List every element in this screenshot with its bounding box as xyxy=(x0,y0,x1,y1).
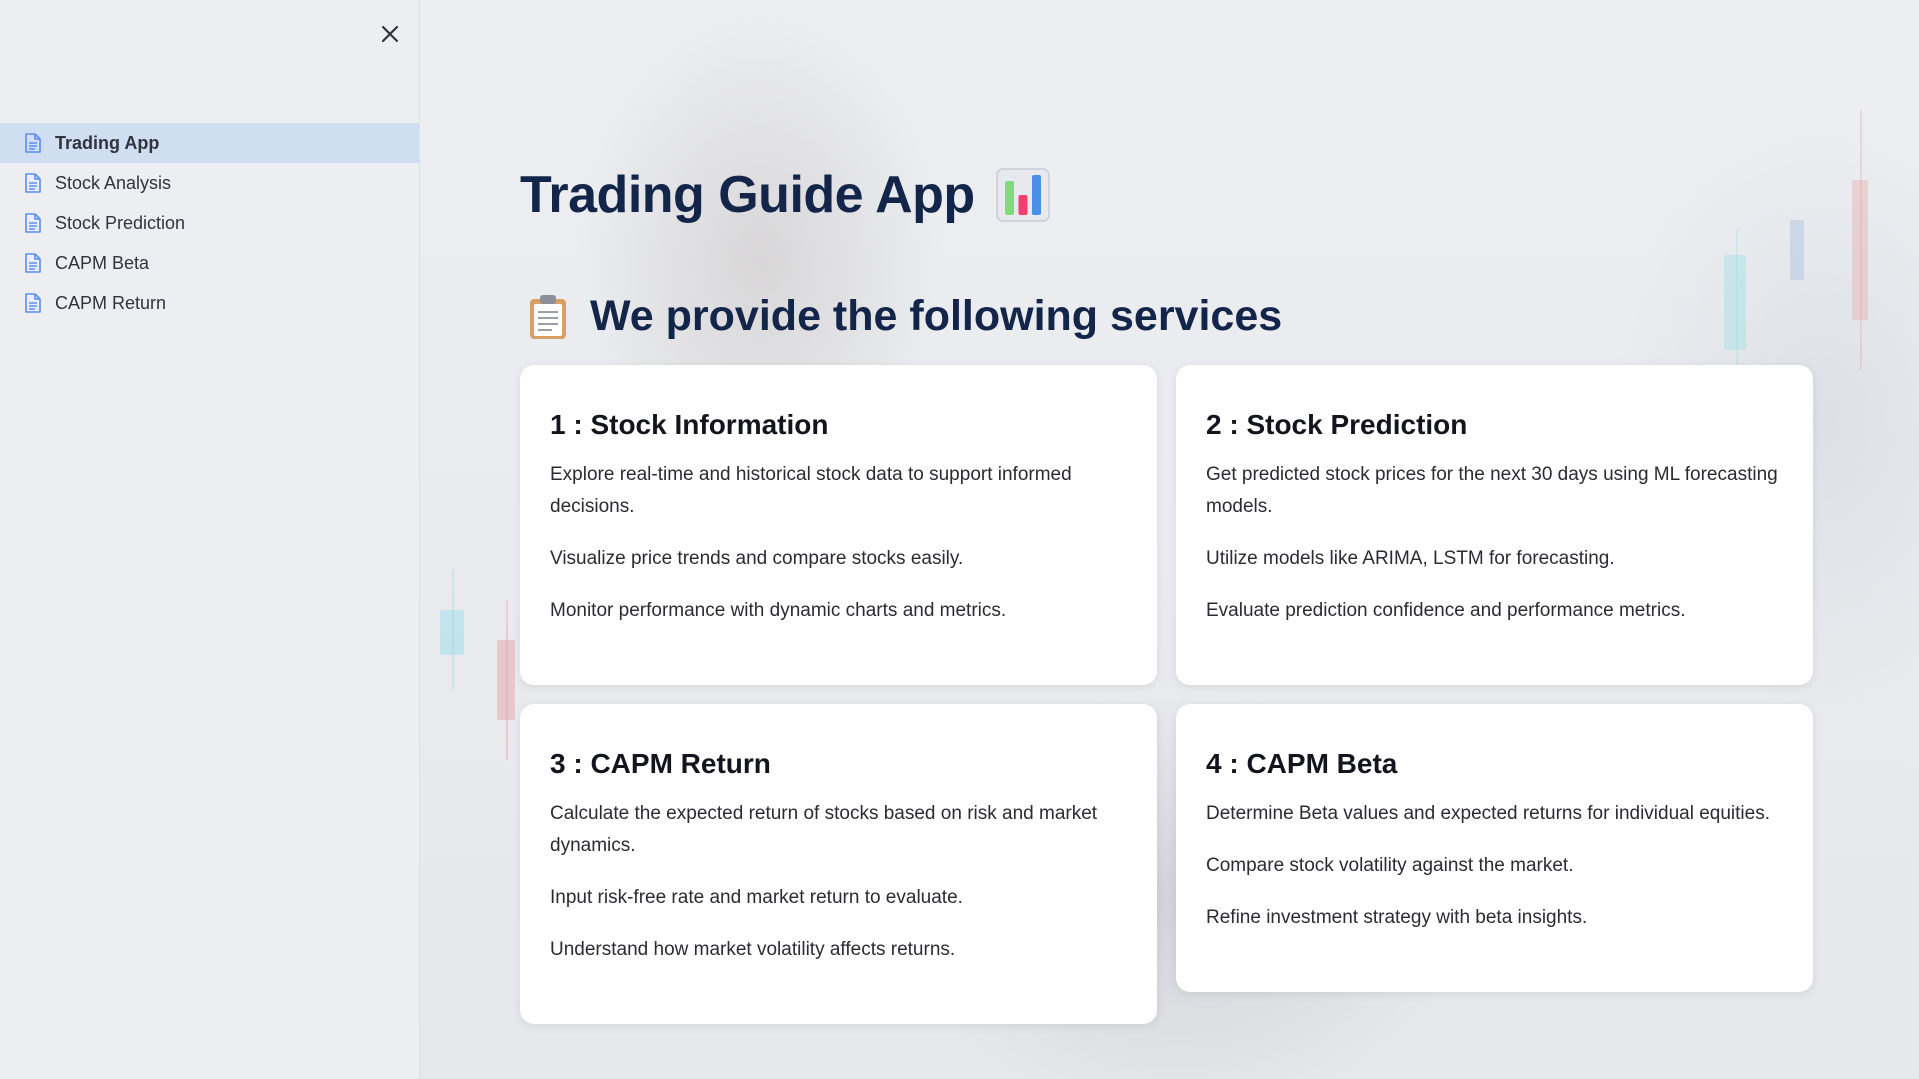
card-line: Visualize price trends and compare stock… xyxy=(550,548,964,569)
sidebar-nav: Trading App Stock Analysis Stock Predict… xyxy=(0,123,419,323)
clipboard-icon xyxy=(530,294,566,339)
card-line: Input risk-free rate and market return t… xyxy=(550,887,963,908)
card-title: 1 : Stock Information xyxy=(550,409,829,440)
card-line: Evaluate prediction confidence and perfo… xyxy=(1206,600,1686,621)
sidebar-item-label: Trading App xyxy=(55,132,160,153)
card-title: 3 : CAPM Return xyxy=(550,748,771,779)
service-card-stock-information: 1 : Stock Information Explore real-time … xyxy=(520,365,1157,685)
card-title: 2 : Stock Prediction xyxy=(1206,409,1468,440)
card-line: Compare stock volatility against the mar… xyxy=(1206,855,1574,876)
page-title: Trading Guide App xyxy=(520,165,1051,225)
sidebar: Trading App Stock Analysis Stock Predict… xyxy=(0,0,420,1079)
card-line: Refine investment strategy with beta ins… xyxy=(1206,907,1588,928)
card-line: Get predicted stock prices for the next … xyxy=(1206,464,1778,517)
page-icon xyxy=(25,253,41,273)
service-card-capm-return: 3 : CAPM Return Calculate the expected r… xyxy=(520,704,1157,1024)
sidebar-item-trading-app[interactable]: Trading App xyxy=(0,123,419,163)
sidebar-item-stock-analysis[interactable]: Stock Analysis xyxy=(0,163,419,203)
services-heading: We provide the following services xyxy=(528,292,1282,341)
services-heading-text: We provide the following services xyxy=(590,292,1283,340)
card-line: Monitor performance with dynamic charts … xyxy=(550,600,1007,621)
bar-chart-icon xyxy=(995,168,1050,222)
card-line: Utilize models like ARIMA, LSTM for fore… xyxy=(1206,548,1615,569)
service-card-capm-beta: 4 : CAPM Beta Determine Beta values and … xyxy=(1176,704,1813,992)
sidebar-item-label: CAPM Beta xyxy=(55,252,150,273)
card-title: 4 : CAPM Beta xyxy=(1206,748,1398,779)
sidebar-item-stock-prediction[interactable]: Stock Prediction xyxy=(0,203,419,243)
sidebar-item-label: Stock Prediction xyxy=(55,212,186,233)
sidebar-item-label: Stock Analysis xyxy=(55,172,172,193)
page-icon xyxy=(25,213,41,233)
sidebar-item-capm-return[interactable]: CAPM Return xyxy=(0,283,419,323)
card-line: Determine Beta values and expected retur… xyxy=(1206,803,1770,824)
sidebar-item-label: CAPM Return xyxy=(55,292,167,313)
card-line: Explore real-time and historical stock d… xyxy=(550,464,1072,517)
page-icon xyxy=(25,293,41,313)
page-icon xyxy=(25,133,41,153)
card-line: Calculate the expected return of stocks … xyxy=(550,803,1098,856)
close-icon xyxy=(381,25,399,43)
card-line: Understand how market volatility affects… xyxy=(550,939,956,960)
page-title-text: Trading Guide App xyxy=(520,166,975,224)
service-card-stock-prediction: 2 : Stock Prediction Get predicted stock… xyxy=(1176,365,1813,685)
page-icon xyxy=(25,173,41,193)
close-sidebar-button[interactable] xyxy=(376,20,404,48)
sidebar-item-capm-beta[interactable]: CAPM Beta xyxy=(0,243,419,283)
